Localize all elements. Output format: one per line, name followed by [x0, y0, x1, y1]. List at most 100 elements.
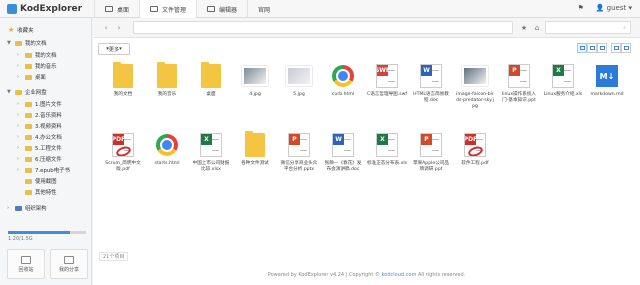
- document-lines: [564, 70, 571, 82]
- sidebar-item-desktop[interactable]: › 桌面: [17, 73, 46, 81]
- file-item[interactable]: X Linux服务介绍.xls: [543, 63, 583, 121]
- document-shape: SWF: [376, 64, 398, 88]
- split-view-button[interactable]: [597, 43, 607, 53]
- sidebar-enterprise[interactable]: ▼ 企业网盘: [7, 88, 47, 96]
- image-thumbnail: [242, 66, 268, 86]
- tab-official-site[interactable]: 官网: [247, 0, 280, 18]
- view-mode-buttons: [577, 43, 631, 53]
- sidebar-item-label: 5.工程文件: [35, 146, 62, 152]
- sidebar-enterprise-item[interactable]: 其他特性: [17, 188, 57, 196]
- file-name: HTML语言简易教程.doc: [413, 92, 449, 103]
- chevron-right-icon: ›: [17, 63, 19, 69]
- up-directory-button[interactable]: ⌂: [531, 22, 543, 33]
- file-item[interactable]: 各种文件测试: [235, 131, 275, 190]
- chevron-right-icon: ›: [17, 52, 19, 58]
- file-item[interactable]: PDF 软件工程.pdf: [455, 132, 495, 190]
- search-icon[interactable]: ⌕: [623, 25, 626, 31]
- file-name: 4.jpg: [249, 92, 261, 97]
- file-item[interactable]: P 苹果Apple公司品牌调研.ppt: [411, 132, 451, 190]
- sidebar-item-label: 桌面: [35, 75, 46, 81]
- tab-desktop[interactable]: 桌面: [94, 0, 139, 18]
- sidebar-item-label: 其他特性: [35, 190, 57, 196]
- my-share-button[interactable]: 我的分享: [50, 249, 88, 279]
- trash-icon: [21, 255, 31, 264]
- more-menu-button[interactable]: ▾ 更多 ▾: [98, 43, 130, 55]
- search-input[interactable]: ⌕: [545, 21, 631, 34]
- sidebar-enterprise-item[interactable]: › 1.图片文件: [17, 100, 62, 108]
- image-thumbnail: [462, 66, 488, 86]
- list-view-button[interactable]: [587, 43, 597, 53]
- chrome-icon: [330, 63, 356, 89]
- sidebar-enterprise-item[interactable]: › 2.音乐资料: [17, 111, 62, 119]
- file-item[interactable]: M↓ markdown.md: [587, 63, 627, 121]
- file-item[interactable]: 4.jpg: [235, 63, 275, 121]
- markdown-logo: M↓: [596, 65, 618, 87]
- sidebar-enterprise-item[interactable]: 使用截图: [17, 177, 57, 185]
- forward-button[interactable]: ›: [113, 22, 125, 33]
- back-button[interactable]: ‹: [100, 22, 112, 33]
- sidebar-enterprise-item[interactable]: › 7.epub电子书: [17, 166, 70, 174]
- recycle-bin-button[interactable]: 回收站: [7, 249, 45, 279]
- folder-icon: [15, 89, 22, 95]
- folder-icon: [25, 63, 32, 69]
- image-icon: [286, 63, 312, 89]
- file-type-badge: P: [289, 134, 300, 145]
- top-right-controls: ⚑ 👤 guest ▾: [577, 4, 632, 12]
- footer-text: Powered by KodExplorer v4.24 | Copyright…: [267, 272, 380, 278]
- sidebar-enterprise-item[interactable]: › 5.工程文件: [17, 144, 62, 152]
- file-item[interactable]: curb.html: [323, 63, 363, 121]
- logo: KodExplorer: [7, 3, 82, 15]
- file-item[interactable]: X 标准正态分布表.xls: [367, 132, 407, 190]
- path-input[interactable]: [133, 21, 513, 34]
- file-name: Scrum_简明中文版.pdf: [105, 161, 141, 172]
- sidebar-enterprise-item[interactable]: › 6.压缩文件: [17, 155, 62, 163]
- file-name: markdown.md: [590, 92, 624, 97]
- sidebar-org[interactable]: › 组织架构: [7, 204, 47, 212]
- file-item[interactable]: X 中国上市公司财报比较.xlsx: [191, 132, 231, 190]
- footer-rights: All rights reserved.: [417, 272, 466, 278]
- sort-button[interactable]: [611, 43, 621, 53]
- folder-icon: [25, 178, 32, 184]
- document-lines: [300, 139, 307, 151]
- word-icon: W: [418, 63, 444, 89]
- file-name: image-falcon-birds-predator-sky.jpg: [456, 92, 494, 109]
- swf-icon: SWF: [374, 63, 400, 89]
- grid-icon: [579, 46, 585, 50]
- file-item[interactable]: 我的音乐: [147, 62, 187, 121]
- tab-editor[interactable]: 编辑器: [196, 0, 247, 18]
- user-menu[interactable]: 👤 guest ▾: [596, 4, 632, 12]
- flag-icon[interactable]: ⚑: [577, 4, 583, 12]
- tab-file-manager[interactable]: 文件管理: [139, 0, 197, 18]
- document-lines: [344, 139, 351, 151]
- file-item[interactable]: image-falcon-birds-predator-sky.jpg: [455, 63, 495, 121]
- grid-view-button[interactable]: [577, 43, 587, 53]
- file-item[interactable]: 桌面: [191, 62, 231, 121]
- file-name: 张静—《春花》发布会演讲稿.doc: [324, 161, 362, 172]
- footer-link[interactable]: kodcloud.com: [382, 272, 417, 278]
- zoom-button[interactable]: [621, 43, 631, 53]
- file-name: Linux服务介绍.xls: [543, 92, 583, 97]
- favorite-star-button[interactable]: ★: [518, 22, 530, 33]
- file-name: 苹果Apple公司品牌调研.ppt: [412, 161, 450, 172]
- sidebar-favorites[interactable]: ★ 收藏夹: [8, 26, 33, 34]
- sidebar-enterprise-item[interactable]: › 4.办公文档: [17, 133, 62, 141]
- file-item[interactable]: SWF C语言哲理导图.swf: [367, 63, 407, 121]
- sidebar-item-my-music[interactable]: › 我的音乐: [17, 62, 57, 70]
- sidebar-item-my-docs[interactable]: › 我的文档: [17, 51, 57, 59]
- file-item[interactable]: W HTML语言简易教程.doc: [411, 63, 451, 121]
- sort-icon: [613, 46, 619, 50]
- file-toolbar: ▾ 更多 ▾: [93, 41, 640, 57]
- file-item[interactable]: starts.html: [147, 132, 187, 190]
- file-item[interactable]: 5.jpg: [279, 63, 319, 121]
- file-item[interactable]: Plinux操作系统入门-基本知识.ppt: [499, 63, 539, 121]
- file-item[interactable]: P 微信分享商业头众平台分析.pptx: [279, 132, 319, 190]
- chrome-logo: [332, 65, 354, 87]
- footer: Powered by KodExplorer v4.24 | Copyright…: [93, 272, 640, 278]
- folder-icon: [198, 62, 224, 89]
- edit-icon: [207, 6, 216, 12]
- file-item[interactable]: 我的文档: [103, 62, 143, 121]
- file-item[interactable]: W 张静—《春花》发布会演讲稿.doc: [323, 132, 363, 190]
- sidebar-my-docs[interactable]: ▼ 我的文档: [7, 39, 47, 47]
- file-item[interactable]: PDF Scrum_简明中文版.pdf: [103, 132, 143, 190]
- sidebar-enterprise-item[interactable]: › 3.视频资料: [17, 122, 62, 130]
